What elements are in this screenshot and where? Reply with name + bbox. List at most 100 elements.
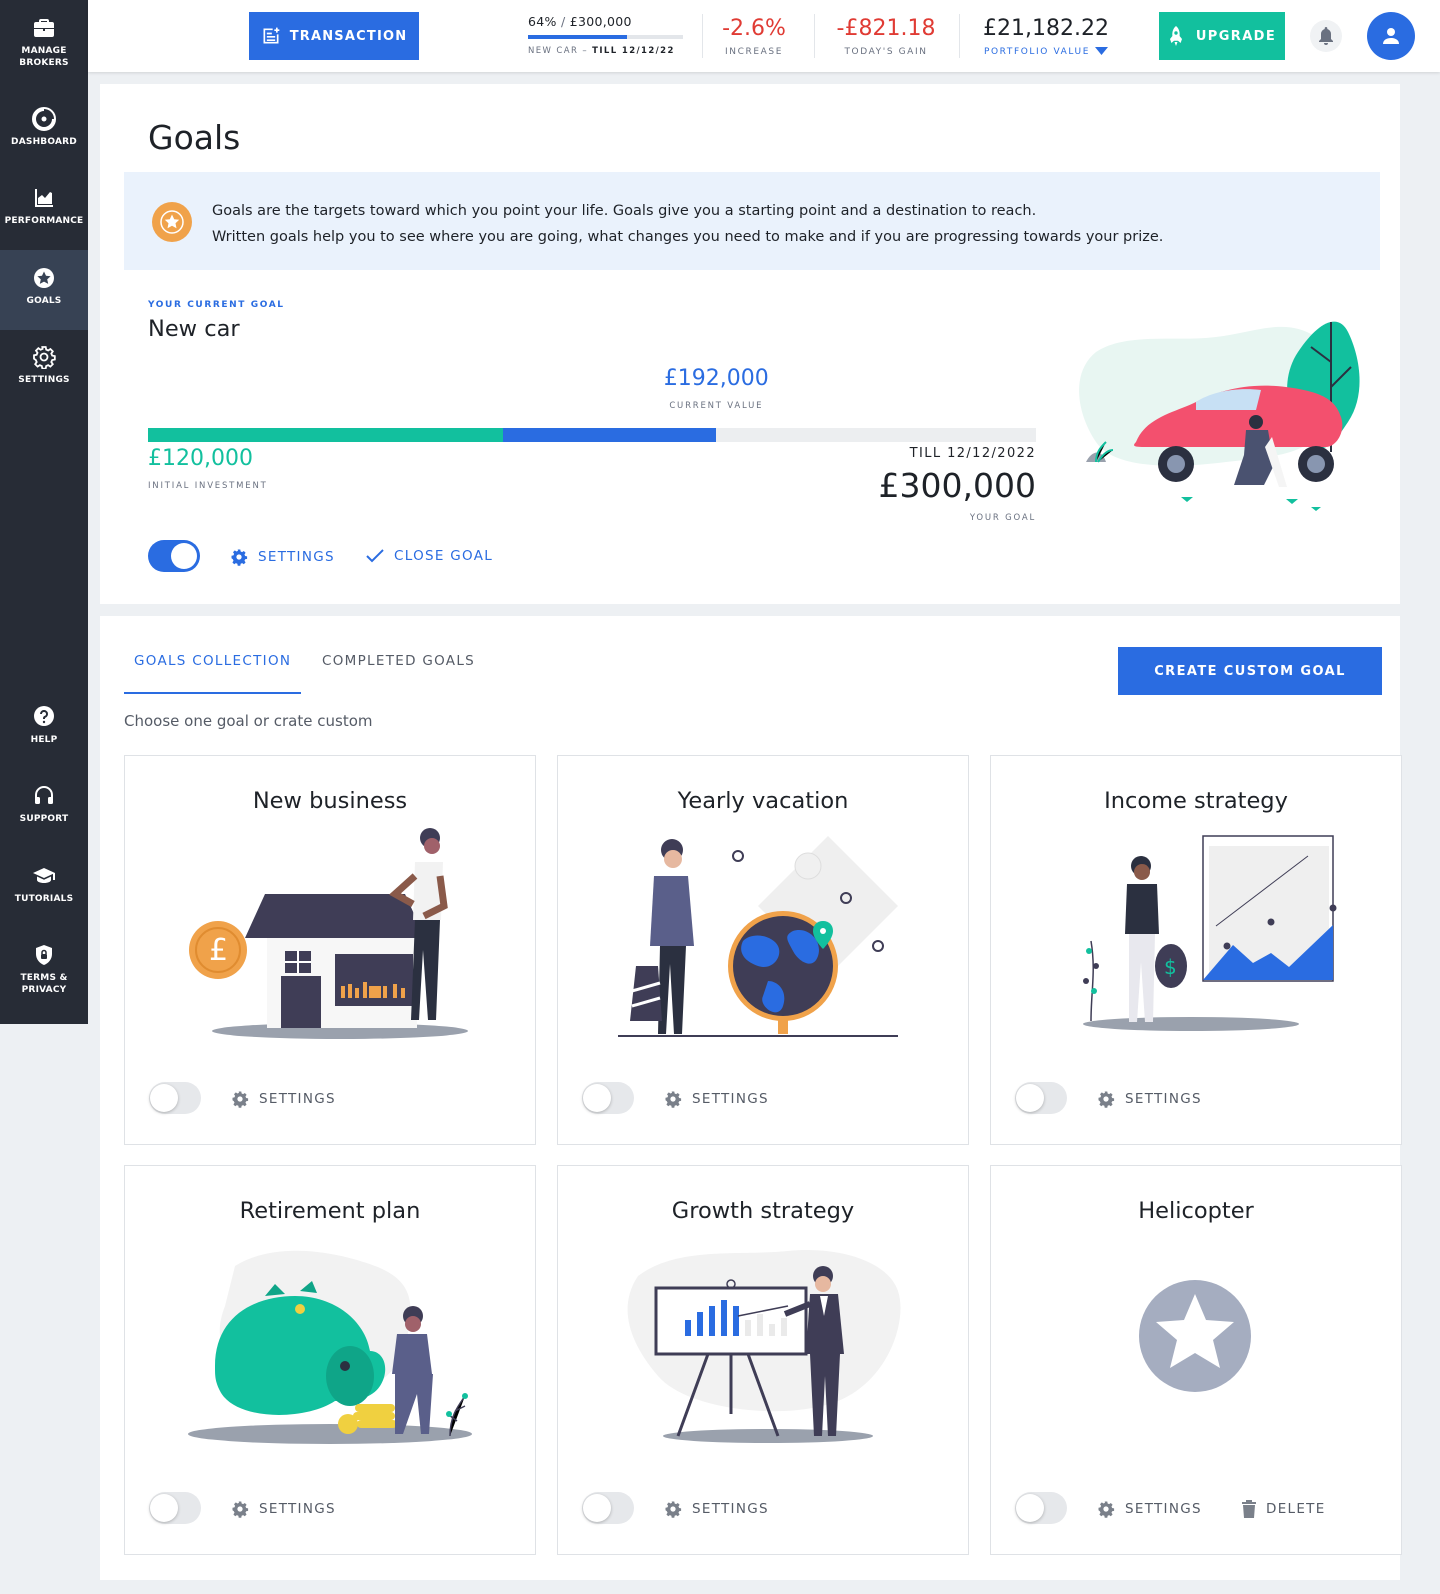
goal-progress-name: NEW CAR – — [528, 46, 589, 56]
sidebar-item-help[interactable]: Help — [0, 689, 88, 769]
goal-settings-button[interactable]: SETTINGS — [664, 1090, 769, 1108]
shield-lock-icon — [36, 945, 52, 965]
goal-progress-percent: 64% — [528, 14, 557, 29]
notifications-button[interactable] — [1310, 20, 1342, 52]
page-title: Goals — [148, 118, 241, 157]
goal-settings-button[interactable]: SETTINGS — [664, 1500, 769, 1518]
goal-toggle[interactable] — [1015, 1492, 1067, 1524]
goal-card-income-strategy[interactable]: Income strategy $ SETTINGS — [990, 755, 1402, 1145]
sidebar-item-label: Goals — [26, 296, 62, 306]
gear-icon — [1098, 1091, 1115, 1108]
toggle-knob — [1016, 1494, 1044, 1522]
trash-icon — [1242, 1500, 1256, 1518]
sidebar-item-terms-privacy[interactable]: Terms & Privacy — [0, 927, 88, 1007]
rocket-icon — [1169, 26, 1182, 46]
yearly-vacation-illustration — [618, 836, 898, 1037]
goal-progress-text: 64% / £300,000 — [528, 14, 683, 29]
goal-settings-button[interactable]: SETTINGS — [1097, 1500, 1202, 1518]
close-goal-button[interactable]: CLOSE GOAL — [366, 548, 493, 564]
initial-investment-value: £120,000 — [148, 446, 253, 471]
goal-card-yearly-vacation[interactable]: Yearly vacation SETTINGS — [557, 755, 969, 1145]
sidebar-item-dashboard[interactable]: Dashboard — [0, 91, 88, 171]
goal-card-title: Retirement plan — [239, 1198, 421, 1224]
current-goal-settings-button[interactable]: SETTINGS — [230, 548, 335, 566]
tab-completed-goals[interactable]: COMPLETED GOALS — [322, 646, 475, 694]
sidebar-item-settings[interactable]: Settings — [0, 329, 88, 409]
sidebar-item-label: Tutorials — [14, 894, 74, 904]
add-document-icon — [263, 27, 280, 44]
goal-progress-caption: NEW CAR – TILL 12/12/22 — [528, 46, 683, 56]
goal-card-growth-strategy[interactable]: Growth strategy SETTINGS — [557, 1165, 969, 1555]
goal-progress-till: TILL 12/12/22 — [592, 46, 675, 56]
gear-icon — [33, 346, 56, 369]
goal-card-title: Helicopter — [1138, 1198, 1254, 1224]
goal-card-title: Yearly vacation — [677, 788, 849, 814]
goal-delete-button[interactable]: DELETE — [1242, 1500, 1326, 1518]
star-icon — [34, 268, 54, 288]
goal-toggle[interactable] — [149, 1082, 201, 1114]
goal-toggle[interactable] — [582, 1492, 634, 1524]
sidebar-item-label: Settings — [18, 375, 70, 385]
user-icon — [1383, 28, 1399, 44]
goal-progress-bar — [528, 35, 683, 39]
goals-collection-card: GOALS COLLECTION COMPLETED GOALS CREATE … — [100, 616, 1402, 1580]
portfolio-value-dropdown[interactable]: PORTFOLIO VALUE — [984, 47, 1109, 57]
star-badge-icon — [152, 202, 192, 242]
new-business-illustration: £ — [189, 828, 468, 1039]
goal-toggle[interactable] — [1015, 1082, 1067, 1114]
sidebar-item-label: Support — [19, 814, 69, 824]
tab-goals-collection[interactable]: GOALS COLLECTION — [124, 646, 302, 694]
income-strategy-illustration: $ — [1083, 835, 1337, 1031]
goal-toggle[interactable] — [149, 1492, 201, 1524]
current-value-marker: £192,000 CURRENT VALUE — [616, 366, 816, 411]
user-avatar-button[interactable] — [1367, 12, 1415, 60]
toggle-knob — [171, 543, 197, 569]
goal-card-title: Income strategy — [1104, 788, 1288, 814]
goal-progress-fill — [528, 35, 628, 39]
upgrade-button[interactable]: UPGRADE — [1159, 12, 1285, 60]
new-car-illustration — [1079, 321, 1360, 511]
goal-target-label: YOUR GOAL — [969, 513, 1036, 523]
settings-label: SETTINGS — [259, 1091, 336, 1107]
sidebar-item-tutorials[interactable]: Tutorials — [0, 848, 88, 928]
initial-investment-fill — [148, 428, 504, 442]
create-custom-goal-button[interactable]: CREATE CUSTOM GOAL — [1118, 647, 1382, 695]
todays-gain-value: -£821.18 — [836, 15, 936, 41]
svg-text:£: £ — [209, 933, 228, 968]
portfolio-value: £21,182.22 — [983, 15, 1109, 41]
sidebar-item-performance[interactable]: Performance — [0, 170, 88, 250]
sidebar-item-label: Manage brokers — [19, 46, 69, 68]
goal-settings-button[interactable]: SETTINGS — [1097, 1090, 1202, 1108]
goal-deadline: TILL 12/12/2022 — [909, 446, 1036, 461]
goal-card-helicopter[interactable]: Helicopter SETTINGS DELETE — [990, 1165, 1402, 1555]
goal-card-retirement-plan[interactable]: Retirement plan SETTINGS — [124, 1165, 536, 1555]
goal-progress-summary[interactable]: 64% / £300,000 NEW CAR – TILL 12/12/22 — [528, 14, 683, 56]
star-icon — [160, 210, 184, 234]
toggle-knob — [150, 1084, 178, 1112]
todays-gain-stat: -£821.18 TODAY'S GAIN — [822, 0, 950, 72]
transaction-button[interactable]: TRANSACTION — [249, 12, 419, 60]
current-goal-card: Goals Goals are the targets toward which… — [100, 84, 1400, 604]
portfolio-value-stat[interactable]: £21,182.22 PORTFOLIO VALUE — [968, 0, 1124, 72]
settings-label: SETTINGS — [692, 1091, 769, 1107]
growth-strategy-illustration — [627, 1250, 901, 1443]
goal-progress-bar — [148, 428, 1036, 442]
goal-settings-button[interactable]: SETTINGS — [231, 1090, 336, 1108]
goal-toggle[interactable] — [582, 1082, 634, 1114]
delete-label: DELETE — [1266, 1501, 1326, 1517]
sidebar-item-manage-brokers[interactable]: Manage brokers — [0, 0, 88, 80]
goal-card-new-business[interactable]: New business £ SETTINGS — [124, 755, 536, 1145]
divider — [814, 14, 815, 58]
collection-subtitle: Choose one goal or crate custom — [124, 712, 373, 730]
current-goal-toggle[interactable] — [148, 540, 200, 572]
gear-icon — [232, 1091, 249, 1108]
goals-info-banner: Goals are the targets toward which you p… — [124, 172, 1380, 270]
goal-progress-separator: / — [560, 14, 566, 29]
sidebar-item-support[interactable]: Support — [0, 768, 88, 848]
goal-settings-button[interactable]: SETTINGS — [231, 1500, 336, 1518]
top-bar: TRANSACTION 64% / £300,000 NEW CAR – TIL… — [88, 0, 1440, 72]
settings-label: SETTINGS — [692, 1501, 769, 1517]
sidebar-item-goals[interactable]: Goals — [0, 250, 88, 330]
initial-investment-label: INITIAL INVESTMENT — [148, 481, 268, 491]
sidebar-item-label: Terms & Privacy — [20, 973, 68, 995]
